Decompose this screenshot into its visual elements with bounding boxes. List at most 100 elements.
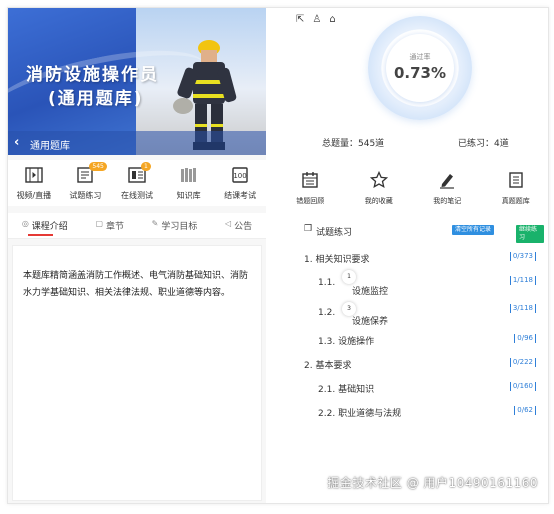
tab-label: 公告 — [234, 222, 253, 232]
home-icon[interactable]: ⌂ — [329, 14, 335, 25]
tab-goals[interactable]: ✎ 学习目标 — [152, 213, 198, 238]
chapter-row[interactable]: 2. 基本要求 0/222 — [304, 354, 540, 378]
active-tab-indicator — [28, 234, 53, 236]
section-row[interactable]: 2.1. 基础知识 0/160 — [304, 378, 540, 402]
practiced-count: 已练习：4道 — [458, 139, 509, 149]
chapter-title: 2. 基本要求 — [304, 358, 351, 371]
book-icon — [509, 172, 523, 188]
tab-label: 章节 — [106, 222, 125, 232]
section-num: 1.3. — [318, 337, 336, 347]
quick-item-practice[interactable]: 545 试题练习 — [61, 160, 109, 206]
section-num: 2.1. — [318, 385, 336, 395]
share-icon[interactable]: ⇱ — [296, 14, 304, 25]
action-real-exam[interactable]: 真题题库 — [491, 171, 541, 215]
banner-title-line1: 消防设施操作员 — [26, 65, 159, 85]
chapter-count: 0/373 — [509, 252, 536, 261]
section-label: 设施操作 — [338, 337, 375, 347]
chapter-count: 0/222 — [509, 358, 536, 367]
library-icon — [180, 168, 196, 182]
notice-icon: ◁ — [224, 219, 232, 228]
section-title: 试题练习 — [316, 228, 353, 238]
action-row: 错题回顾 我的收藏 我的笔记 真题题库 — [276, 170, 548, 215]
practice-section-header: ❒ 试题练习 清空所有记录 继续练习 — [304, 224, 544, 243]
total-count: 总题量：545道 — [322, 139, 385, 149]
progress-badge: 1 — [342, 270, 356, 284]
section-row[interactable]: 2.2. 职业道德与法规 0/62 — [304, 402, 540, 426]
section-num: 1.1. — [318, 278, 336, 288]
quick-icon-row: 视频/直播 545 试题练习 1 在线测试 知识库 100 结课考试 — [8, 160, 266, 206]
quick-item-label: 视频/直播 — [16, 191, 52, 200]
section-title: 1.3. 设施操作 — [318, 334, 374, 347]
quick-item-label: 知识库 — [176, 191, 201, 200]
quick-item-library[interactable]: 知识库 — [165, 160, 213, 206]
watermark-text: 掘金技术社区 @ 用户10490161160 — [327, 476, 538, 490]
section-count: 0/160 — [509, 382, 536, 391]
action-wrong-review[interactable]: 错题回顾 — [285, 171, 335, 215]
tab-notice[interactable]: ◁ 公告 — [225, 213, 252, 238]
section-label: 基础知识 — [338, 385, 375, 395]
section-num: 2.2. — [318, 409, 336, 419]
chapter-label: 基本要求 — [315, 361, 352, 371]
action-label: 我的收藏 — [364, 197, 393, 205]
section-row[interactable]: 1.1. 1 设施监控 1/118 — [304, 270, 540, 300]
topbar-icons: ⇱ ♙ ⌂ — [296, 14, 336, 25]
count-badge: 1 — [140, 162, 151, 171]
course-banner: 消防设施操作员 (通用题库) ‹ 通用题库 — [8, 8, 266, 155]
chapter-num: 1. — [304, 255, 313, 265]
section-label: 职业道德与法规 — [338, 409, 402, 419]
video-icon — [25, 167, 43, 183]
document-icon: ❒ — [304, 224, 313, 234]
star-icon — [369, 170, 388, 189]
section-title: 2.2. 职业道德与法规 — [318, 406, 401, 419]
count-badge: 545 — [89, 162, 107, 171]
tab-chapters[interactable]: ▢ 章节 — [95, 213, 124, 238]
clear-records-button[interactable]: 清空所有记录 — [452, 225, 495, 235]
banner-back-bar[interactable]: ‹ 通用题库 — [8, 131, 266, 155]
action-favorites[interactable]: 我的收藏 — [354, 170, 404, 215]
action-label: 我的笔记 — [433, 197, 462, 205]
action-label: 错题回顾 — [296, 197, 325, 205]
chapter-row[interactable]: 1. 相关知识要求 0/373 — [304, 248, 540, 272]
quick-item-label: 试题练习 — [69, 191, 102, 200]
quick-item-label: 结课考试 — [224, 191, 257, 200]
info-icon: ◎ — [21, 219, 29, 228]
target-icon: ✎ — [151, 219, 159, 228]
pen-icon — [440, 174, 455, 189]
chapter-label: 相关知识要求 — [315, 255, 370, 265]
chapter-title: 1. 相关知识要求 — [304, 252, 369, 265]
section-row[interactable]: 1.2. 3 设施保养 3/118 — [304, 300, 540, 330]
pass-rate-gauge: 通过率 0.73% — [368, 16, 472, 120]
quick-item-test[interactable]: 1 在线测试 — [113, 160, 161, 206]
user-icon[interactable]: ♙ — [312, 14, 321, 25]
course-description: 本题库精简涵盖消防工作概述、电气消防基础知识、消防水力学基础知识、相关法律法规、… — [12, 245, 262, 501]
tab-label: 课程介绍 — [31, 222, 68, 232]
section-count: 0/96 — [514, 334, 536, 343]
section-label: 设施保养 — [352, 317, 389, 327]
section-num: 1.2. — [318, 308, 336, 318]
practice-panel: ⇱ ♙ ⌂ 通过率 0.73% 总题量：545道 已练习：4道 错题回顾 我的收… — [276, 8, 548, 503]
app-frame: 消防设施操作员 (通用题库) ‹ 通用题库 视频/直播 545 试题练习 1 在… — [7, 7, 549, 504]
quick-item-exam[interactable]: 100 结课考试 — [216, 160, 264, 206]
section-count: 3/118 — [509, 304, 536, 313]
quick-item-label: 在线测试 — [120, 191, 153, 200]
continue-practice-button[interactable]: 继续练习 — [516, 225, 544, 243]
action-notes[interactable]: 我的笔记 — [422, 171, 472, 215]
back-label[interactable]: 通用题库 — [30, 137, 70, 152]
action-label: 真题题库 — [501, 197, 530, 205]
gauge-value: 0.73% — [393, 64, 447, 82]
gauge-center: 通过率 0.73% — [386, 34, 454, 102]
exam-icon: 100 — [232, 167, 248, 183]
section-count: 1/118 — [509, 276, 536, 285]
gauge-label: 通过率 — [409, 53, 431, 61]
calendar-icon — [302, 172, 318, 188]
course-panel: 消防设施操作员 (通用题库) ‹ 通用题库 视频/直播 545 试题练习 1 在… — [8, 8, 266, 503]
quick-item-video[interactable]: 视频/直播 — [10, 160, 58, 206]
chapter-num: 2. — [304, 361, 313, 371]
chevron-left-icon[interactable]: ‹ — [14, 135, 19, 150]
section-row[interactable]: 1.3. 设施操作 0/96 — [304, 330, 540, 354]
chapter-tree: 1. 相关知识要求 0/373 1.1. 1 设施监控 1/118 1.2. 3… — [304, 248, 540, 426]
svg-text:100: 100 — [233, 172, 246, 180]
section-title: 2.1. 基础知识 — [318, 382, 374, 395]
section-count: 0/62 — [514, 406, 536, 415]
chapter-icon: ▢ — [95, 219, 103, 228]
